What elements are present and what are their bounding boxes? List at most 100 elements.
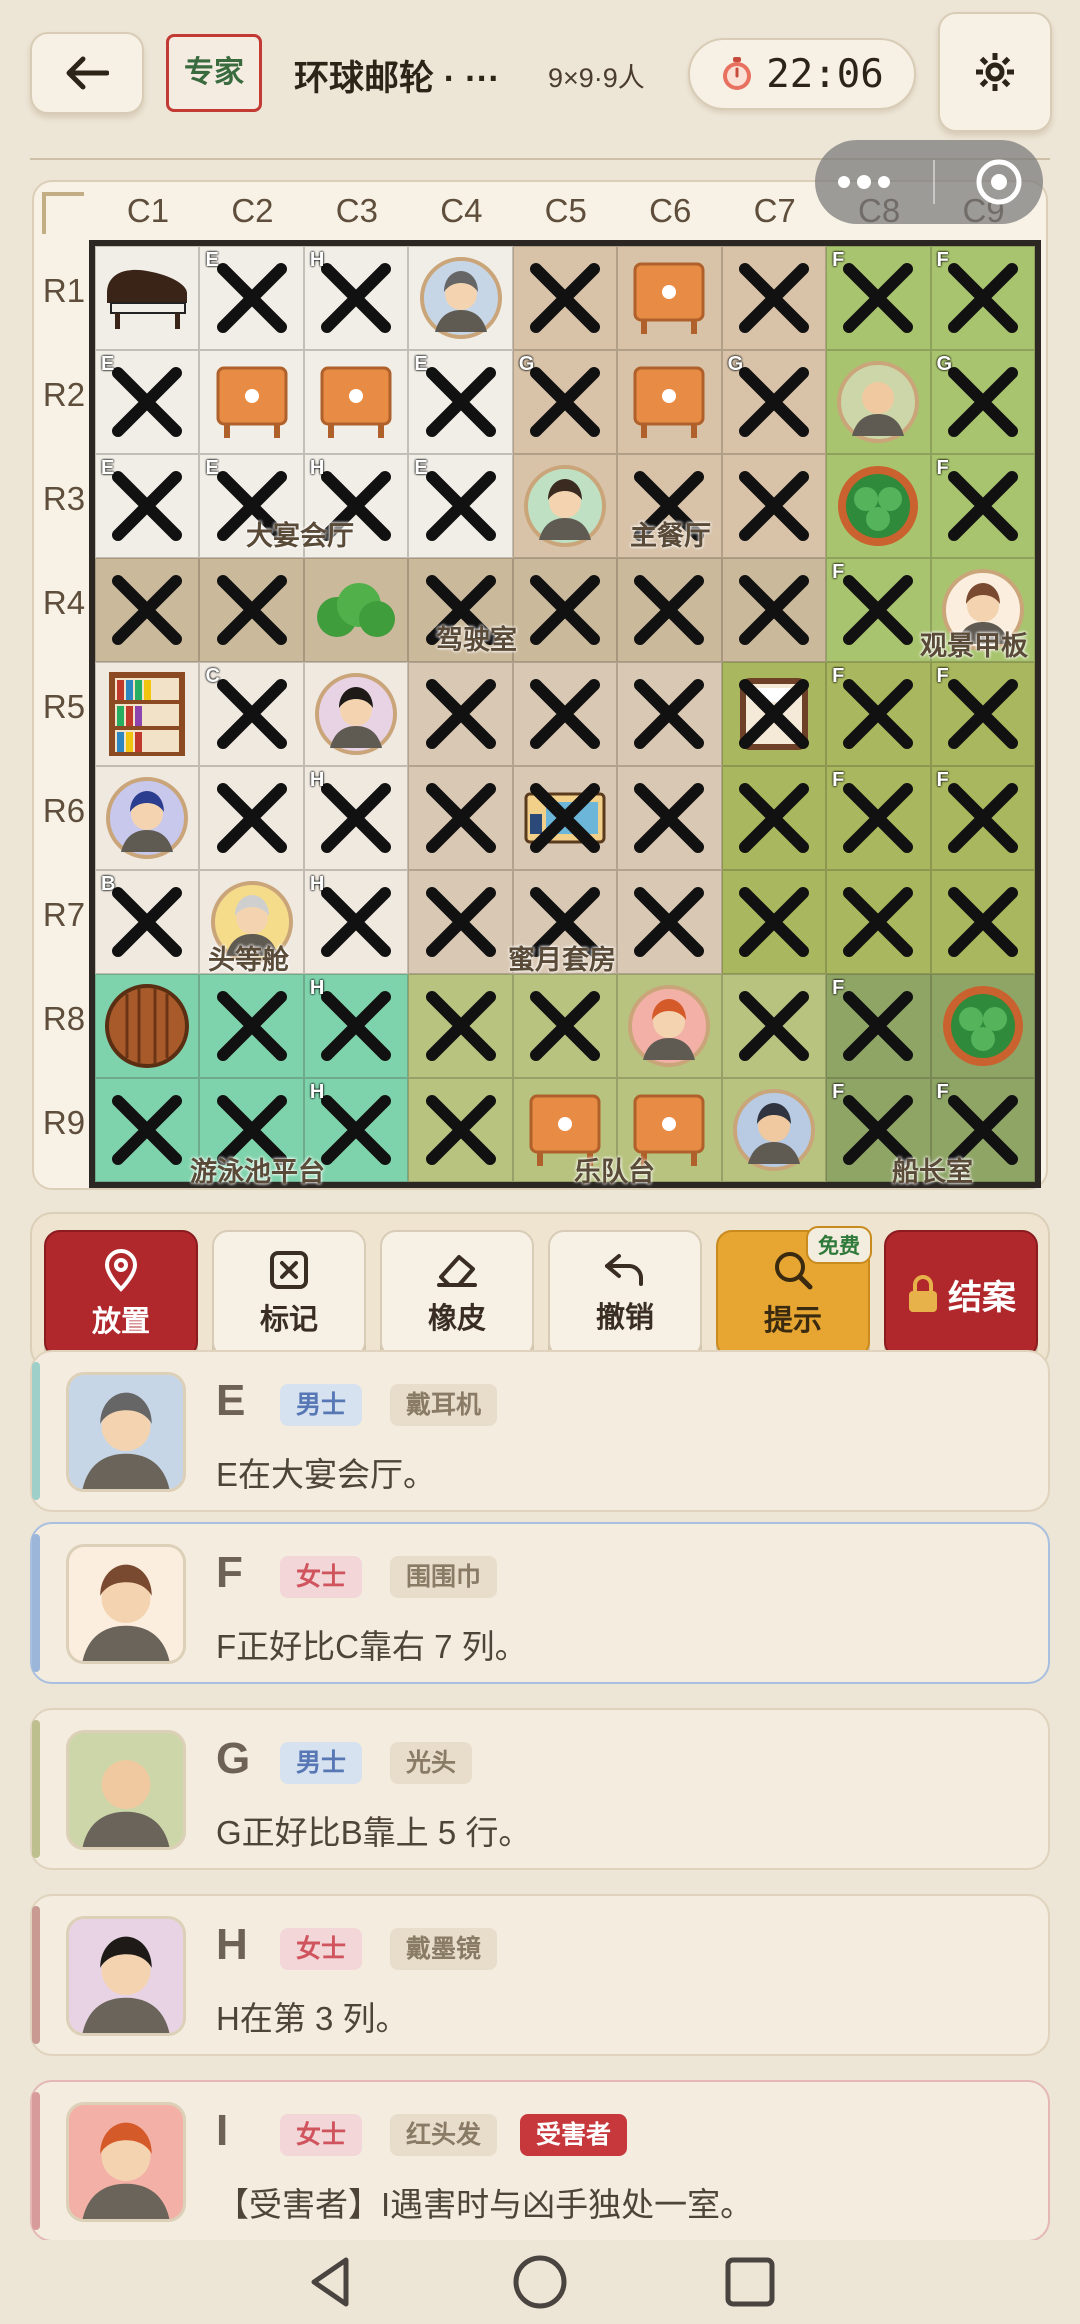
grid-cell-r5c1[interactable] <box>95 662 200 766</box>
grid-cell-r6c3[interactable]: H <box>303 766 409 870</box>
eraser-button[interactable]: 橡皮 <box>380 1230 534 1358</box>
grid-cell-r3c4[interactable]: E <box>408 454 513 558</box>
settings-button[interactable] <box>938 12 1052 132</box>
x-mark-icon <box>112 471 183 541</box>
grid-cell-r5c8[interactable]: F <box>826 662 931 766</box>
grid-cell-r8c7[interactable] <box>721 974 827 1078</box>
grid-cell-r2c1[interactable]: E <box>95 350 200 454</box>
grid-cell-r1c7[interactable] <box>721 246 827 350</box>
nav-recents-icon[interactable] <box>722 2254 778 2310</box>
grid-cell-r8c3[interactable]: H <box>303 974 409 1078</box>
nav-home-icon[interactable] <box>512 2254 568 2310</box>
close-case-button[interactable]: 结案 <box>884 1230 1038 1358</box>
x-mark-icon <box>529 991 600 1061</box>
grid-cell-r2c6[interactable] <box>617 350 722 454</box>
grid-cell-r1c4[interactable] <box>408 246 513 350</box>
trait-chip: 围围巾 <box>390 1556 498 1598</box>
grid-cell-r8c1[interactable] <box>95 974 200 1078</box>
x-mark-icon <box>738 887 809 957</box>
clue-card[interactable]: G 男士 光头 G正好比B靠上 5 行。 <box>30 1708 1050 1870</box>
x-mark-icon <box>529 263 600 333</box>
grid-cell-r1c1[interactable] <box>95 246 200 350</box>
grid-cell-r1c2[interactable]: E <box>199 246 304 350</box>
x-mark-icon <box>112 575 183 645</box>
grid-cell-r3c7[interactable] <box>721 454 827 558</box>
location-pin-icon <box>104 1249 138 1292</box>
grid-cell-r4c1[interactable] <box>95 558 200 662</box>
grid-cell-r8c2[interactable] <box>199 974 304 1078</box>
grid-cell-r7c1[interactable]: B <box>95 870 200 974</box>
grid-cell-r1c9[interactable]: F <box>930 246 1035 350</box>
grid-cell-r3c9[interactable]: F <box>930 454 1035 558</box>
grid-cell-r3c8[interactable] <box>826 454 931 558</box>
grid-cell-r9c4[interactable] <box>408 1078 513 1182</box>
grid-cell-r7c9[interactable] <box>930 870 1035 974</box>
grid-cell-r7c4[interactable] <box>408 870 513 974</box>
grid-cell-r4c8[interactable]: F <box>826 558 931 662</box>
grid-cell-r5c6[interactable] <box>617 662 722 766</box>
grid-cell-r5c2[interactable]: C <box>199 662 304 766</box>
grid-cell-r5c7[interactable] <box>721 662 827 766</box>
clue-card[interactable]: H 女士 戴墨镜 H在第 3 列。 <box>30 1894 1050 2056</box>
grid-cell-r1c6[interactable] <box>617 246 722 350</box>
grid-cell-r6c1[interactable] <box>95 766 200 870</box>
grid-cell-r8c4[interactable] <box>408 974 513 1078</box>
grid-cell-r8c5[interactable] <box>512 974 618 1078</box>
hint-button[interactable]: 免费 提示 <box>716 1226 872 1358</box>
undo-button[interactable]: 撤销 <box>548 1230 702 1358</box>
grid-cell-r1c3[interactable]: H <box>303 246 409 350</box>
grid-cell-r6c4[interactable] <box>408 766 513 870</box>
grid-cell-r2c3[interactable] <box>303 350 409 454</box>
cell-tag: E <box>414 457 428 479</box>
grid-cell-r1c5[interactable] <box>512 246 618 350</box>
clue-card[interactable]: E 男士 戴耳机 E在大宴会厅。 <box>30 1350 1050 1512</box>
grid-cell-r2c8[interactable] <box>826 350 931 454</box>
grid-cell-r8c6[interactable] <box>617 974 722 1078</box>
grid-cell-r2c7[interactable]: G <box>721 350 827 454</box>
more-dots-icon[interactable] <box>834 172 894 192</box>
nav-back-icon[interactable] <box>302 2254 358 2310</box>
clue-card[interactable]: F 女士 围围巾 F正好比C靠右 7 列。 <box>30 1522 1050 1684</box>
grid-cell-r4c6[interactable] <box>617 558 722 662</box>
back-button[interactable] <box>30 32 144 114</box>
puzzle-grid[interactable]: E H F F E E G G G E E H E F F C F F H F F B H H F H F F <box>89 240 1041 1188</box>
grid-cell-r5c4[interactable] <box>408 662 513 766</box>
grid-cell-r7c7[interactable] <box>721 870 827 974</box>
clue-card[interactable]: I 女士 红头发 受害者 【受害者】I遇害时与凶手独处一室。 <box>30 2080 1050 2242</box>
grid-cell-r7c8[interactable] <box>826 870 931 974</box>
grid-cell-r5c9[interactable]: F <box>930 662 1035 766</box>
grid-cell-r6c8[interactable]: F <box>826 766 931 870</box>
grid-cell-r8c9[interactable] <box>930 974 1035 1078</box>
grid-cell-r2c2[interactable] <box>199 350 304 454</box>
grid-cell-r7c6[interactable] <box>617 870 722 974</box>
mark-button[interactable]: 标记 <box>212 1230 366 1358</box>
grid-cell-r7c3[interactable]: H <box>303 870 409 974</box>
gender-chip: 女士 <box>280 1928 363 1970</box>
grid-cell-r2c4[interactable]: E <box>408 350 513 454</box>
close-miniprogram-icon[interactable] <box>974 157 1024 207</box>
grid-cell-r5c3[interactable] <box>303 662 409 766</box>
miniprogram-capsule[interactable] <box>815 140 1043 224</box>
grid-cell-r6c6[interactable] <box>617 766 722 870</box>
grid-cell-r6c9[interactable]: F <box>930 766 1035 870</box>
grid-cell-r1c8[interactable]: F <box>826 246 931 350</box>
grid-cell-r4c3[interactable] <box>303 558 409 662</box>
grid-cell-r9c7[interactable] <box>721 1078 827 1182</box>
grid-cell-r2c9[interactable]: G <box>930 350 1035 454</box>
grid-cell-r3c1[interactable]: E <box>95 454 200 558</box>
eraser-label: 橡皮 <box>427 1303 486 1335</box>
grid-cell-r6c7[interactable] <box>721 766 827 870</box>
grid-cell-r6c5[interactable] <box>512 766 618 870</box>
grid-cell-r4c5[interactable] <box>512 558 618 662</box>
cell-tag: F <box>832 665 845 687</box>
grid-cell-r9c1[interactable] <box>95 1078 200 1182</box>
grid-cell-r4c7[interactable] <box>721 558 827 662</box>
grid-cell-r6c2[interactable] <box>199 766 304 870</box>
grid-cell-r3c5[interactable] <box>512 454 618 558</box>
grid-cell-r2c5[interactable]: G <box>512 350 618 454</box>
place-button[interactable]: 放置 <box>44 1230 198 1358</box>
grid-cell-r5c5[interactable] <box>512 662 618 766</box>
grid-cell-r4c2[interactable] <box>199 558 304 662</box>
system-nav-bar <box>0 2240 1080 2324</box>
grid-cell-r8c8[interactable]: F <box>826 974 931 1078</box>
